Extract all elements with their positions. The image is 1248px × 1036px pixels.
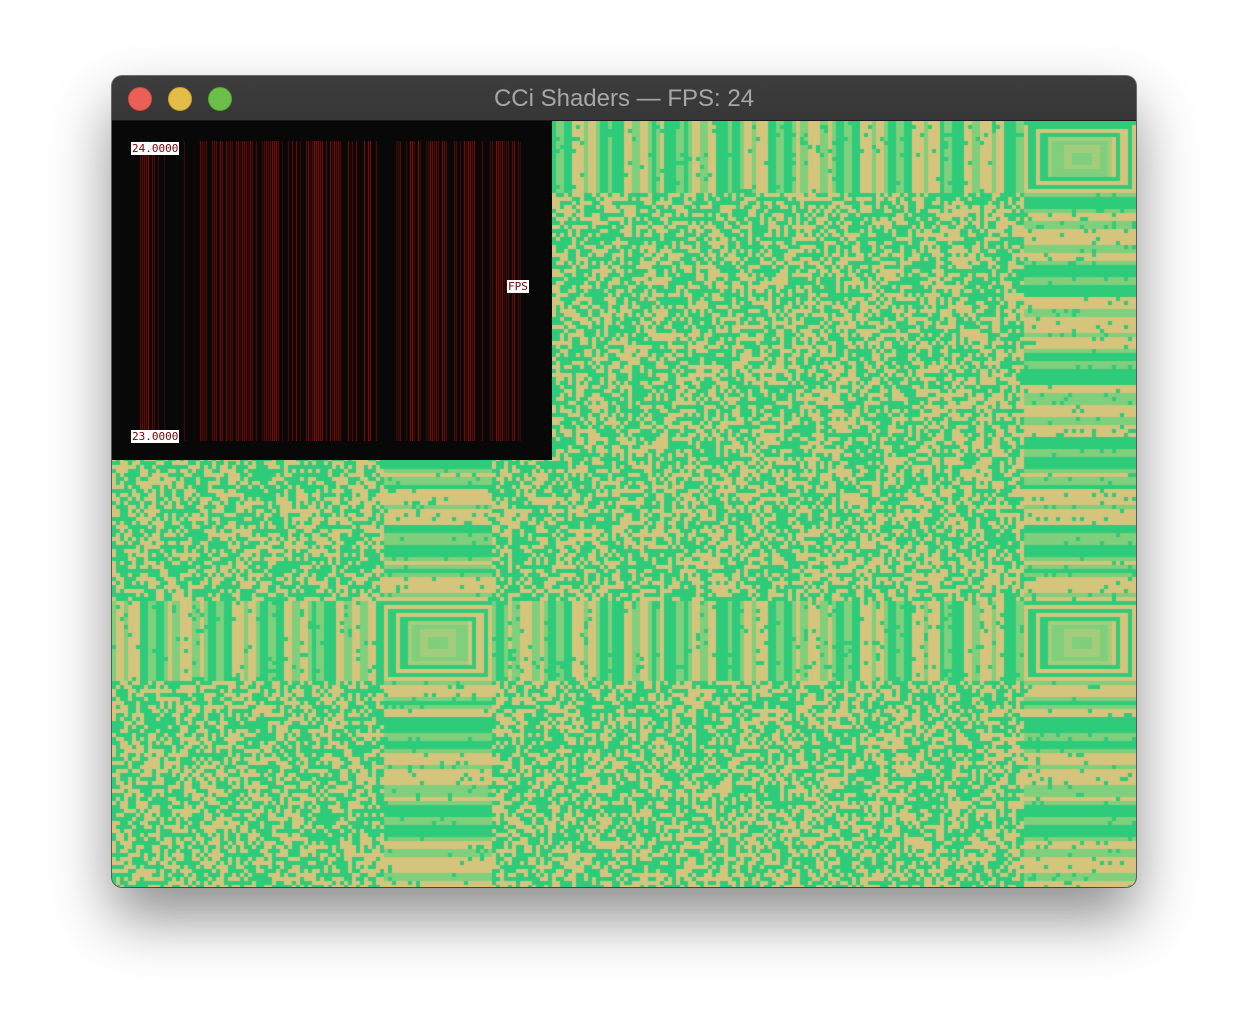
graph-min-label: 23.0000 — [131, 430, 180, 443]
graph-series-label: FPS — [507, 280, 529, 293]
graph-max-label: 24.0000 — [131, 142, 180, 155]
title-bar[interactable]: CCi Shaders — FPS: 24 — [112, 76, 1136, 121]
fps-graph-panel: 24.0000 23.0000 FPS — [112, 121, 552, 460]
window-title: CCi Shaders — FPS: 24 — [493, 85, 755, 112]
app-window: CCi Shaders — FPS: 24 24.0000 23.0000 FP… — [112, 76, 1136, 887]
fps-graph-bars — [132, 141, 522, 441]
shader-viewport[interactable]: 24.0000 23.0000 FPS — [112, 121, 1136, 887]
